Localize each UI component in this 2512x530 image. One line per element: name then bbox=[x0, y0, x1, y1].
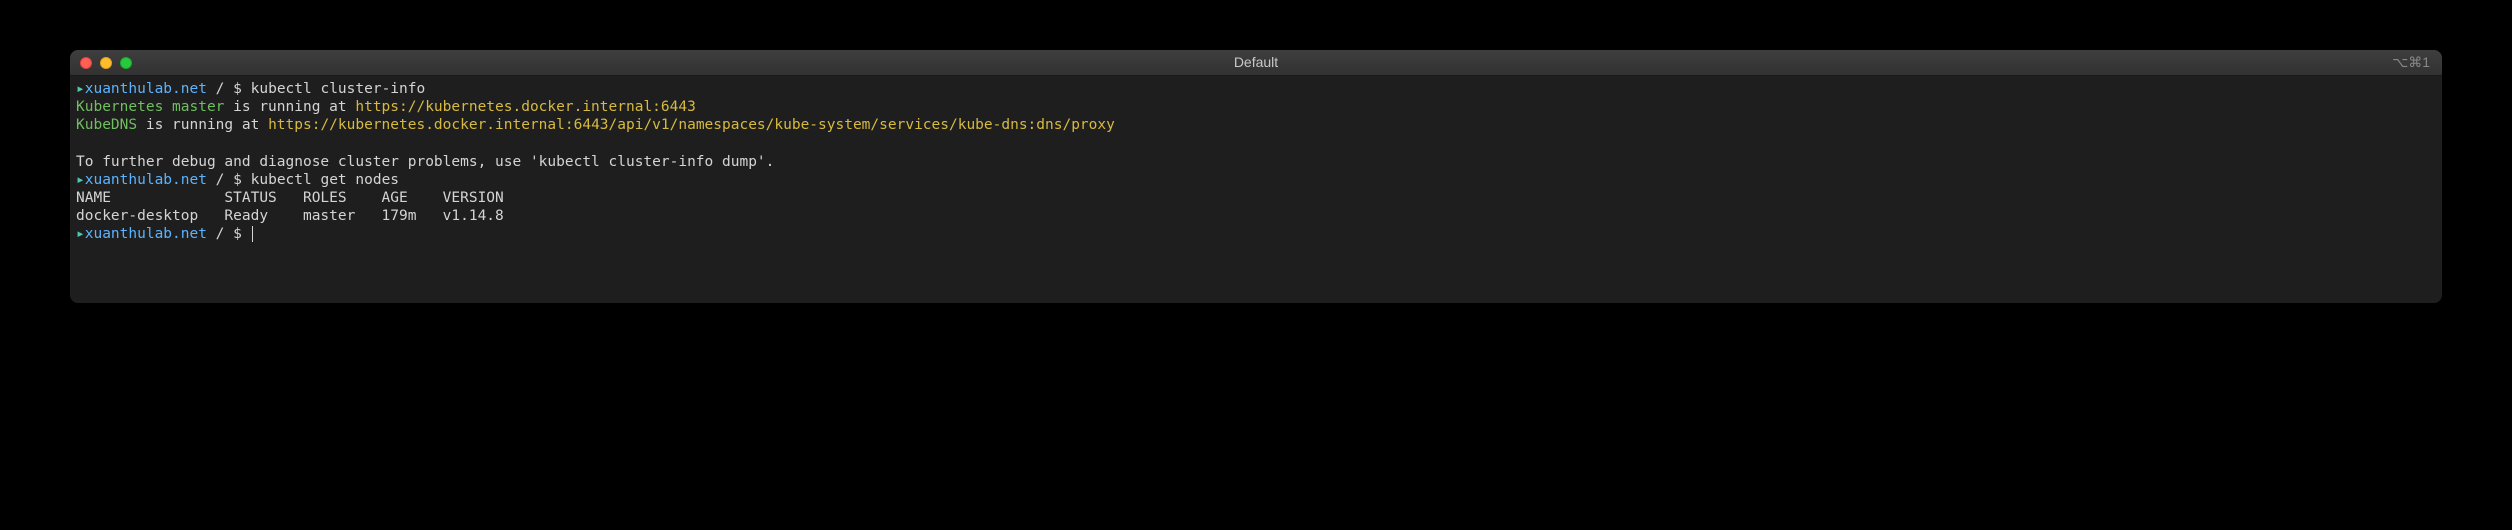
command-1: kubectl cluster-info bbox=[251, 81, 426, 97]
terminal-body[interactable]: ▸xuanthulab.net / $ kubectl cluster-info… bbox=[70, 76, 2442, 303]
prompt-arrow-icon: ▸ bbox=[76, 226, 85, 242]
table-header: NAME STATUS ROLES AGE VERSION bbox=[76, 190, 504, 206]
running-at-1: is running at bbox=[224, 99, 355, 115]
prompt-dollar: $ bbox=[233, 226, 250, 242]
traffic-lights bbox=[80, 57, 132, 69]
minimize-icon[interactable] bbox=[100, 57, 112, 69]
prompt-sep: / bbox=[207, 226, 233, 242]
terminal-window: Default ⌥⌘1 ▸xuanthulab.net / $ kubectl … bbox=[70, 50, 2442, 303]
prompt-host: xuanthulab.net bbox=[85, 172, 207, 188]
titlebar: Default ⌥⌘1 bbox=[70, 50, 2442, 76]
debug-msg: To further debug and diagnose cluster pr… bbox=[76, 154, 774, 170]
running-at-2: is running at bbox=[137, 117, 268, 133]
kubedns-url: https://kubernetes.docker.internal:6443/… bbox=[268, 117, 1115, 133]
window-title: Default bbox=[1234, 54, 1278, 72]
cursor-icon bbox=[252, 226, 254, 242]
close-icon[interactable] bbox=[80, 57, 92, 69]
command-2: kubectl get nodes bbox=[251, 172, 399, 188]
table-row: docker-desktop Ready master 179m v1.14.8 bbox=[76, 208, 504, 224]
master-url: https://kubernetes.docker.internal:6443 bbox=[355, 99, 695, 115]
prompt-arrow-icon: ▸ bbox=[76, 81, 85, 97]
prompt-sep: / bbox=[207, 172, 233, 188]
maximize-icon[interactable] bbox=[120, 57, 132, 69]
prompt-dollar: $ bbox=[233, 172, 250, 188]
prompt-host: xuanthulab.net bbox=[85, 81, 207, 97]
prompt-dollar: $ bbox=[233, 81, 250, 97]
kube-master-label: Kubernetes master bbox=[76, 99, 224, 115]
prompt-host: xuanthulab.net bbox=[85, 226, 207, 242]
window-shortcut: ⌥⌘1 bbox=[2392, 54, 2430, 72]
prompt-sep: / bbox=[207, 81, 233, 97]
prompt-arrow-icon: ▸ bbox=[76, 172, 85, 188]
kubedns-label: KubeDNS bbox=[76, 117, 137, 133]
